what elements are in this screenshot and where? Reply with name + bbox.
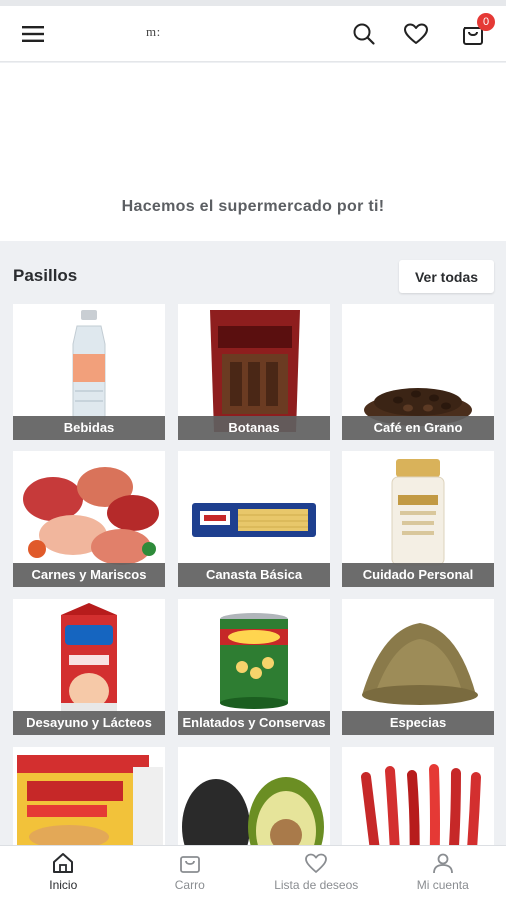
aisle-label: Canasta Básica	[178, 563, 330, 587]
search-icon	[353, 23, 375, 45]
nav-item-mi-cuenta[interactable]: Mi cuenta	[380, 846, 506, 900]
menu-button[interactable]	[15, 16, 51, 52]
aisle-card-cafe-en-grano[interactable]: Café en Grano	[342, 304, 494, 440]
aisle-card-desayuno-y-lacteos[interactable]: Desayuno y Lácteos	[13, 599, 165, 735]
shopping-bag-icon	[179, 856, 200, 873]
nav-label: Mi cuenta	[416, 878, 469, 892]
nav-item-lista-de-deseos[interactable]: Lista de deseos	[253, 846, 380, 900]
app-header: m: 0	[0, 6, 506, 62]
hero-banner: Hacemos el supermercado por ti!	[0, 63, 506, 241]
aisle-grid: Bebidas Botanas Café en Grano Carnes y M…	[13, 304, 495, 845]
instant-noodles-image	[17, 755, 163, 845]
cart-button[interactable]: 0	[455, 13, 495, 52]
aisle-card-botanas[interactable]: Botanas	[178, 304, 330, 440]
aisle-label: Cuidado Personal	[342, 563, 494, 587]
aisle-label: Enlatados y Conservas	[178, 711, 330, 735]
nav-label: Lista de deseos	[274, 878, 359, 892]
brand-logo[interactable]: m:	[146, 24, 161, 40]
chili-peppers-image	[361, 764, 481, 845]
nav-label: Carro	[174, 878, 205, 892]
section-title: Pasillos	[13, 266, 78, 285]
heart-icon	[305, 853, 328, 873]
aisle-label: Café en Grano	[342, 416, 494, 440]
heart-icon	[404, 23, 428, 44]
nav-label: Inicio	[49, 878, 78, 892]
aisle-card-cuidado-personal[interactable]: Cuidado Personal	[342, 451, 494, 587]
aisle-label: Especias	[342, 711, 494, 735]
aisle-label: Carnes y Mariscos	[13, 563, 165, 587]
cart-count-badge: 0	[477, 13, 495, 31]
aisle-card-chiles[interactable]	[342, 747, 494, 845]
hamburger-menu-icon	[22, 26, 44, 42]
aisle-card-avocados[interactable]	[178, 747, 330, 845]
aisle-label: Botanas	[178, 416, 330, 440]
aisle-card-carnes-y-mariscos[interactable]: Carnes y Mariscos	[13, 451, 165, 587]
aisle-card-instant-lunch[interactable]	[13, 747, 165, 845]
aisle-card-bebidas[interactable]: Bebidas	[13, 304, 165, 440]
nav-item-carro[interactable]: Carro	[127, 846, 254, 900]
aisle-label: Desayuno y Lácteos	[13, 711, 165, 735]
user-icon	[432, 853, 453, 874]
aisle-card-canasta-basica[interactable]: Canasta Básica	[178, 451, 330, 587]
aisle-label: Bebidas	[13, 416, 165, 440]
wishlist-button[interactable]	[398, 16, 434, 52]
aisle-card-especias[interactable]: Especias	[342, 599, 494, 735]
view-all-button[interactable]: Ver todas	[399, 260, 494, 293]
nav-item-inicio[interactable]: Inicio	[0, 846, 127, 900]
hero-tagline: Hacemos el supermercado por ti!	[121, 198, 385, 215]
avocado-image	[182, 777, 324, 845]
aisle-card-enlatados-y-conservas[interactable]: Enlatados y Conservas	[178, 599, 330, 735]
home-icon	[53, 853, 74, 873]
search-button[interactable]	[346, 16, 382, 52]
bottom-navigation: Inicio Carro Lista de deseos Mi cuenta	[0, 845, 506, 900]
